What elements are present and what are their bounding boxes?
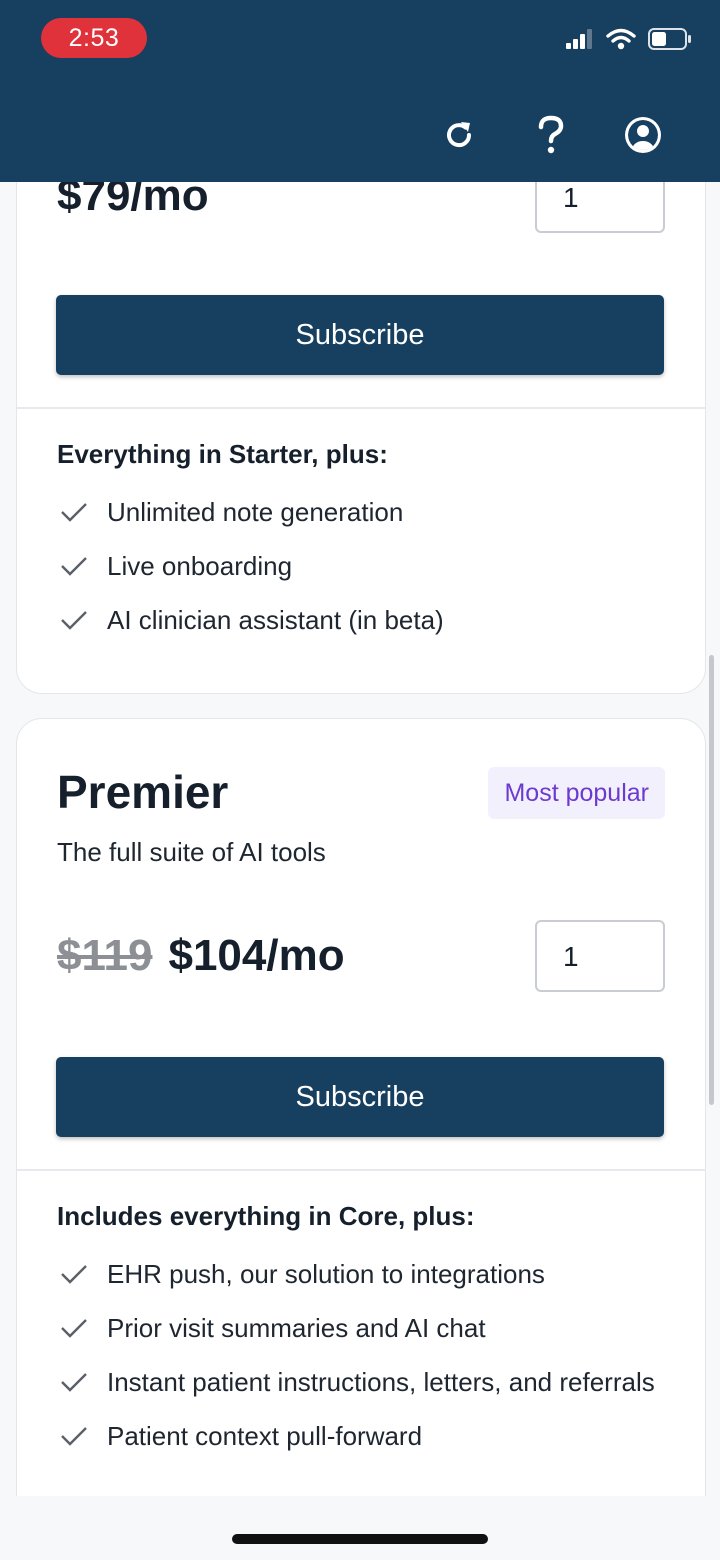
status-time: 2:53	[41, 18, 147, 58]
cellular-signal-icon	[566, 29, 592, 49]
list-item: Patient context pull-forward	[57, 1417, 677, 1455]
home-indicator-area	[0, 1496, 720, 1560]
feature-text: Instant patient instructions, letters, a…	[107, 1367, 655, 1397]
home-indicator[interactable]	[232, 1534, 488, 1544]
wifi-icon	[606, 28, 636, 50]
help-icon	[538, 115, 564, 154]
refresh-button[interactable]	[434, 110, 484, 160]
premier-divider	[17, 1169, 705, 1171]
premier-old-price: $119	[57, 931, 153, 980]
help-button[interactable]	[526, 110, 576, 160]
status-icons	[566, 28, 692, 50]
check-icon	[61, 557, 87, 576]
premier-plan-card: Premier Most popular The full suite of A…	[16, 718, 706, 1496]
feature-text: Patient context pull-forward	[107, 1421, 423, 1451]
premier-subscribe-button[interactable]: Subscribe	[56, 1057, 664, 1137]
app-header: 2:53	[0, 0, 720, 182]
premier-quantity-input[interactable]: 1	[535, 920, 665, 992]
feature-text: Live onboarding	[107, 551, 293, 581]
list-item: EHR push, our solution to integrations	[57, 1255, 677, 1293]
scrollbar[interactable]	[709, 655, 714, 1105]
premier-feature-list: EHR push, our solution to integrations P…	[57, 1255, 677, 1471]
premier-price: $119 $104/mo	[57, 931, 345, 981]
core-subscribe-button[interactable]: Subscribe	[56, 295, 664, 375]
check-icon	[61, 611, 87, 630]
check-icon	[61, 1427, 87, 1446]
list-item: Unlimited note generation	[57, 493, 677, 531]
list-item: AI clinician assistant (in beta)	[57, 601, 677, 639]
check-icon	[61, 1373, 87, 1392]
list-item: Instant patient instructions, letters, a…	[57, 1363, 677, 1401]
premier-plan-name: Premier	[57, 766, 229, 818]
battery-icon	[648, 28, 691, 50]
check-icon	[61, 503, 87, 522]
core-divider	[17, 407, 705, 409]
refresh-icon	[447, 122, 472, 148]
header-actions	[0, 110, 720, 160]
core-plan-card: $79/mo 1 Subscribe Everything in Starter…	[16, 120, 706, 694]
most-popular-badge: Most popular	[488, 767, 665, 819]
premier-current-price: $104/mo	[168, 931, 345, 980]
list-item: Live onboarding	[57, 547, 677, 585]
core-feature-list: Unlimited note generation Live onboardin…	[57, 493, 677, 655]
feature-text: Unlimited note generation	[107, 497, 404, 527]
core-features-title: Everything in Starter, plus:	[57, 439, 388, 469]
account-button[interactable]	[618, 110, 668, 160]
premier-features-title: Includes everything in Core, plus:	[57, 1201, 475, 1231]
premier-plan-description: The full suite of AI tools	[57, 837, 326, 867]
account-icon	[625, 117, 661, 153]
pricing-scroll-area[interactable]: $79/mo 1 Subscribe Everything in Starter…	[0, 0, 720, 1496]
feature-text: AI clinician assistant (in beta)	[107, 605, 444, 635]
feature-text: EHR push, our solution to integrations	[107, 1259, 545, 1289]
list-item: Prior visit summaries and AI chat	[57, 1309, 677, 1347]
feature-text: Prior visit summaries and AI chat	[107, 1313, 486, 1343]
check-icon	[61, 1319, 87, 1338]
check-icon	[61, 1265, 87, 1284]
